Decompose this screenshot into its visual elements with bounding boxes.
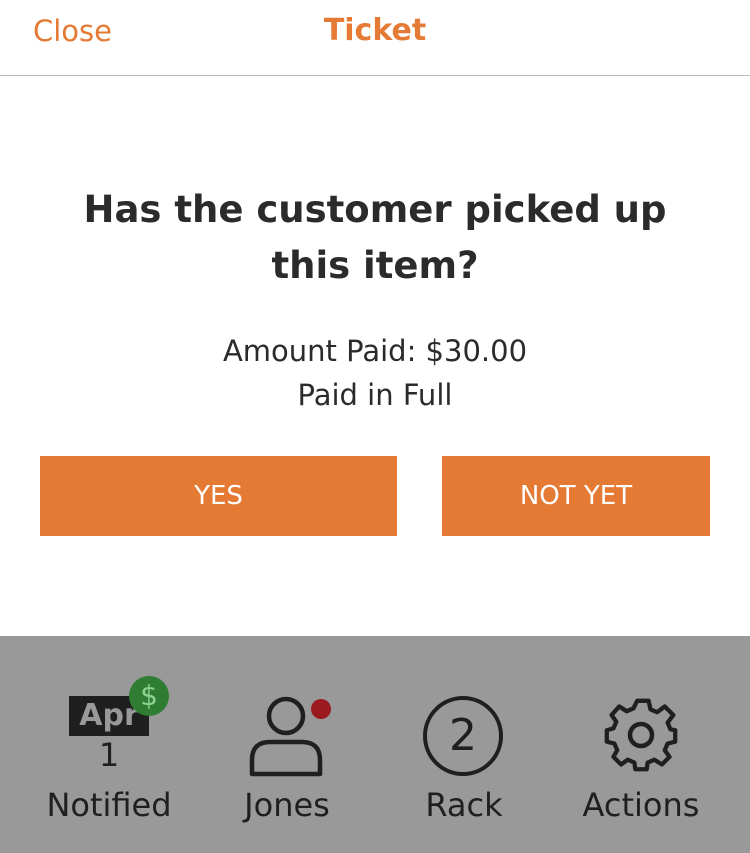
tab-label-actions: Actions [582,786,700,824]
navigation-header: Close Ticket [0,0,750,76]
tab-label-notified: Notified [46,786,172,824]
calendar-day: 1 [98,736,120,774]
bottom-tab-bar: Apr $ 1 Notified Jones 2 Rack Actions [0,636,750,853]
rack-number-icon: 2 [423,696,503,776]
tab-customer[interactable]: Jones [198,636,376,853]
close-button[interactable]: Close [33,14,112,48]
tab-rack[interactable]: 2 Rack [376,636,552,853]
tab-label-customer: Jones [244,786,330,824]
not-yet-button[interactable]: NOT YET [442,456,710,536]
page-title: Ticket [323,13,427,48]
amount-paid-text: Amount Paid: $30.00 [222,334,528,368]
paid-dollar-badge: $ [129,676,169,716]
notification-dot [311,699,331,719]
tab-actions[interactable]: Actions [552,636,730,853]
payment-status-text: Paid in Full [297,378,453,412]
gear-icon [604,698,678,772]
tab-label-rack: Rack [425,786,503,824]
yes-button[interactable]: YES [40,456,397,536]
tab-notified[interactable]: Apr $ 1 Notified [20,636,198,853]
pickup-question: Has the customer picked up this item? [83,188,667,287]
